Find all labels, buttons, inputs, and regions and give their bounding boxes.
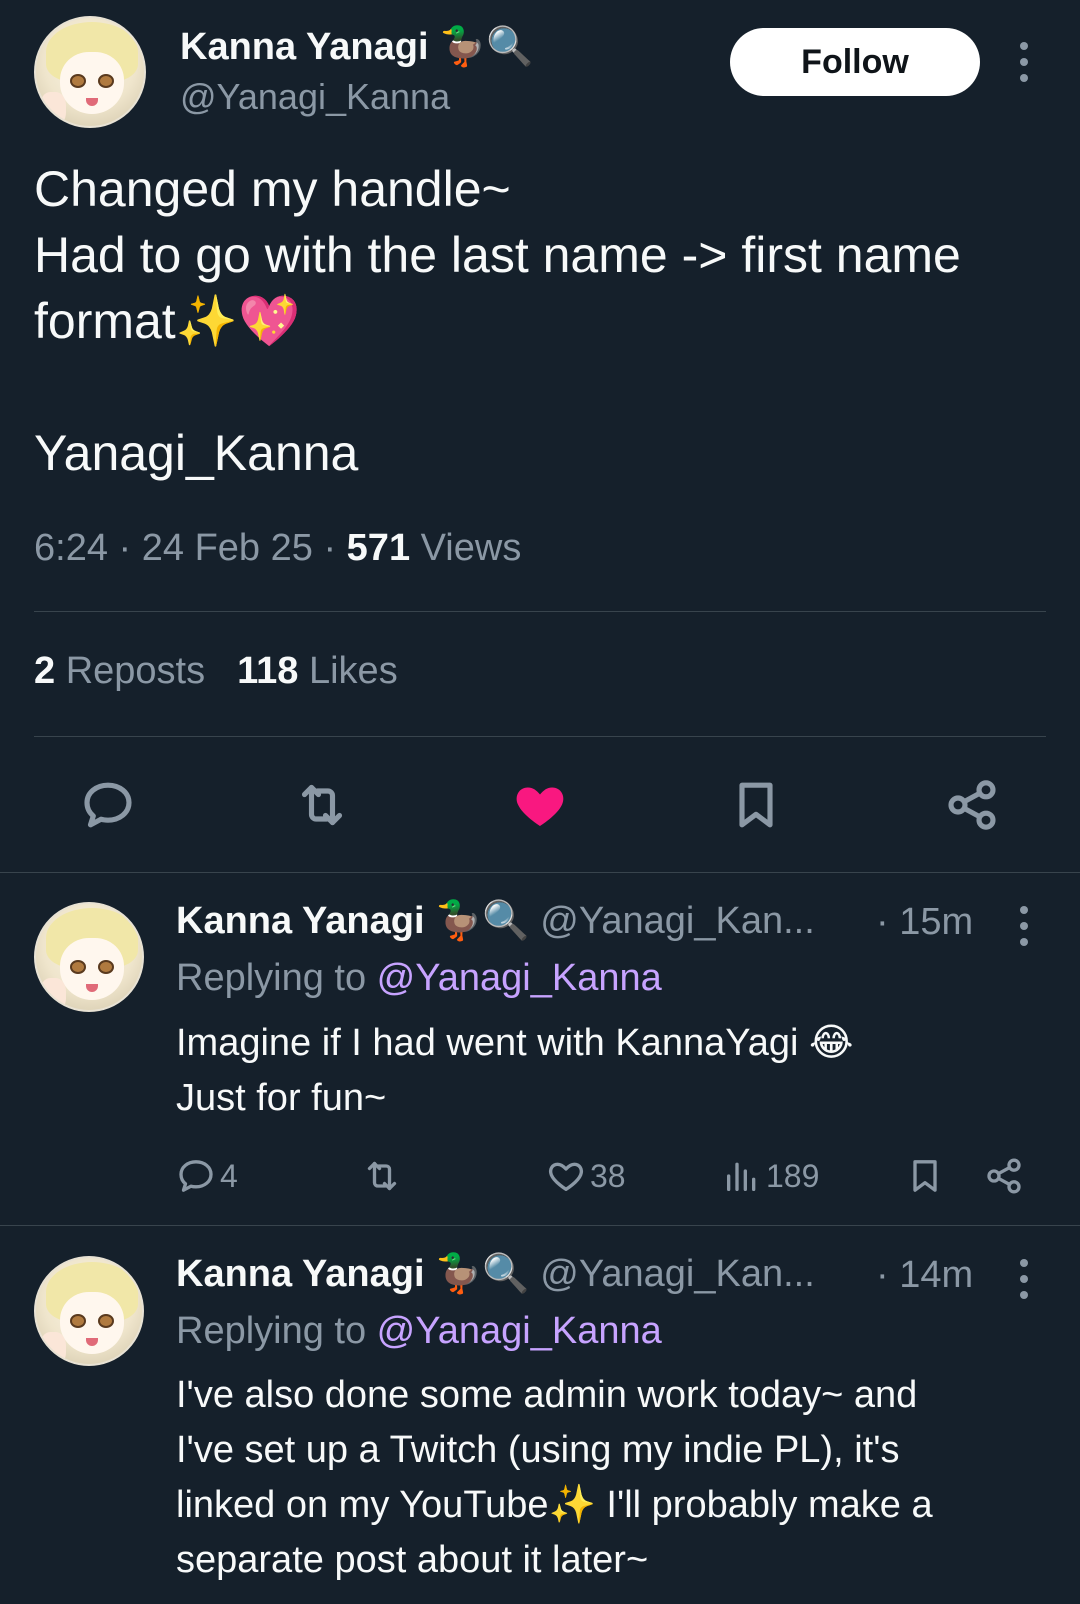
tweet-date: 24 Feb 25 <box>141 527 313 569</box>
share-icon <box>948 780 996 830</box>
reply-like-button[interactable]: 38 <box>546 1154 626 1198</box>
bookmark-button[interactable] <box>726 775 786 835</box>
repost-icon <box>301 784 343 826</box>
reply-badge-emoji: 🦆🔍 <box>435 898 530 942</box>
like-button[interactable] <box>510 775 570 835</box>
tweet-text: Changed my handle~ Had to go with the la… <box>34 156 1044 486</box>
more-options-icon[interactable] <box>1014 42 1034 82</box>
tweet-stats: 2 Reposts 118 Likes <box>34 650 398 693</box>
reposts-count: 2 <box>34 650 56 692</box>
likes-stat[interactable]: 118 Likes <box>237 650 398 692</box>
tweet-text-line: Yanagi_Kanna <box>34 425 359 481</box>
replying-to-prefix: Replying to <box>176 957 377 999</box>
meta-separator: · <box>107 527 142 569</box>
reply-avatar[interactable] <box>34 902 144 1012</box>
reply-text-line: linked on my YouTube✨ I'll probably make… <box>176 1484 933 1526</box>
share-icon <box>987 1158 1021 1194</box>
tweet-time: 6:24 <box>34 527 108 569</box>
reply-header: Kanna Yanagi 🦆🔍 @Yanagi_Kan... <box>176 1251 815 1296</box>
reply-badge-emoji: 🦆🔍 <box>435 1251 530 1295</box>
reply-author-handle[interactable]: @Yanagi_Kan... <box>540 900 815 942</box>
tweet-text-line: Had to go with the last name -> first na… <box>34 227 961 283</box>
share-button[interactable] <box>942 775 1002 835</box>
reply-bookmark-button[interactable] <box>905 1154 949 1198</box>
meta-separator: · <box>312 527 347 569</box>
author-name-text: Kanna Yanagi <box>180 26 429 68</box>
reposts-stat[interactable]: 2 Reposts <box>34 650 205 692</box>
more-options-icon[interactable] <box>1014 906 1034 946</box>
like-count: 38 <box>590 1157 626 1194</box>
likes-label: Likes <box>298 650 398 692</box>
reply-author-handle[interactable]: @Yanagi_Kan... <box>540 1253 815 1295</box>
likes-count: 118 <box>237 650 299 692</box>
reposts-label: Reposts <box>55 650 206 692</box>
reply-button[interactable] <box>78 775 138 835</box>
repost-button[interactable] <box>292 775 352 835</box>
reply-icon <box>179 1160 213 1192</box>
reply-text-line: Imagine if I had went with KannaYagi 😂 <box>176 1022 854 1064</box>
replying-to-mention[interactable]: @Yanagi_Kanna <box>377 957 662 999</box>
heart-icon <box>548 1162 584 1191</box>
views-chart-icon <box>727 1162 756 1191</box>
author-name[interactable]: Kanna Yanagi 🦆🔍 <box>180 24 534 69</box>
views-count: 189 <box>766 1157 820 1194</box>
replying-to: Replying to @Yanagi_Kanna <box>176 957 662 1000</box>
replying-to: Replying to @Yanagi_Kanna <box>176 1310 662 1353</box>
reply-count: 4 <box>220 1157 238 1194</box>
replying-to-prefix: Replying to <box>176 1310 377 1352</box>
heart-filled-icon <box>516 787 564 826</box>
reply-text-line: I've also done some admin work today~ an… <box>176 1374 918 1416</box>
tweet-meta: 6:24 · 24 Feb 25 · 571 Views <box>34 527 521 570</box>
views-count[interactable]: 571 <box>347 527 410 569</box>
reply-author-name[interactable]: Kanna Yanagi <box>176 1253 425 1295</box>
reply-author-name[interactable]: Kanna Yanagi <box>176 900 425 942</box>
follow-button[interactable]: Follow <box>730 28 980 96</box>
reply-text-line: Just for fun~ <box>176 1077 387 1119</box>
more-options-icon[interactable] <box>1014 1259 1034 1299</box>
tweet-detail-page: Kanna Yanagi 🦆🔍 @Yanagi_Kanna Follow Cha… <box>0 0 1080 1604</box>
views-label: Views <box>410 527 522 569</box>
replying-to-mention[interactable]: @Yanagi_Kanna <box>377 1310 662 1352</box>
reply-repost-button[interactable] <box>362 1154 406 1198</box>
reply-icon <box>84 782 132 828</box>
divider <box>34 611 1046 612</box>
reply-text-line: separate post about it later~ <box>176 1539 649 1581</box>
reply-header: Kanna Yanagi 🦆🔍 @Yanagi_Kan... <box>176 898 815 943</box>
reply-text-line: I've set up a Twitch (using my indie PL)… <box>176 1429 900 1471</box>
divider <box>0 872 1080 873</box>
author-handle[interactable]: @Yanagi_Kanna <box>180 76 450 118</box>
reply-time[interactable]: · 14m <box>876 1254 973 1297</box>
reply-share-button[interactable] <box>984 1154 1028 1198</box>
author-avatar[interactable] <box>34 16 146 128</box>
author-badge-emoji: 🦆🔍 <box>439 24 534 68</box>
reply-time[interactable]: · 15m <box>876 901 973 944</box>
reply-avatar[interactable] <box>34 1256 144 1366</box>
divider <box>0 1225 1080 1226</box>
reply-text: Imagine if I had went with KannaYagi 😂 J… <box>176 1016 1056 1126</box>
reply-reply-button[interactable]: 4 <box>176 1154 238 1198</box>
tweet-text-line <box>34 354 1044 420</box>
repost-icon <box>367 1161 397 1191</box>
bookmark-icon <box>913 1160 937 1192</box>
tweet-text-line: format✨💖 <box>34 293 301 349</box>
tweet-text-line: Changed my handle~ <box>34 161 511 217</box>
divider <box>34 736 1046 737</box>
reply-text: I've also done some admin work today~ an… <box>176 1368 1056 1588</box>
bookmark-icon <box>739 782 773 828</box>
reply-views-button[interactable]: 189 <box>722 1154 819 1198</box>
